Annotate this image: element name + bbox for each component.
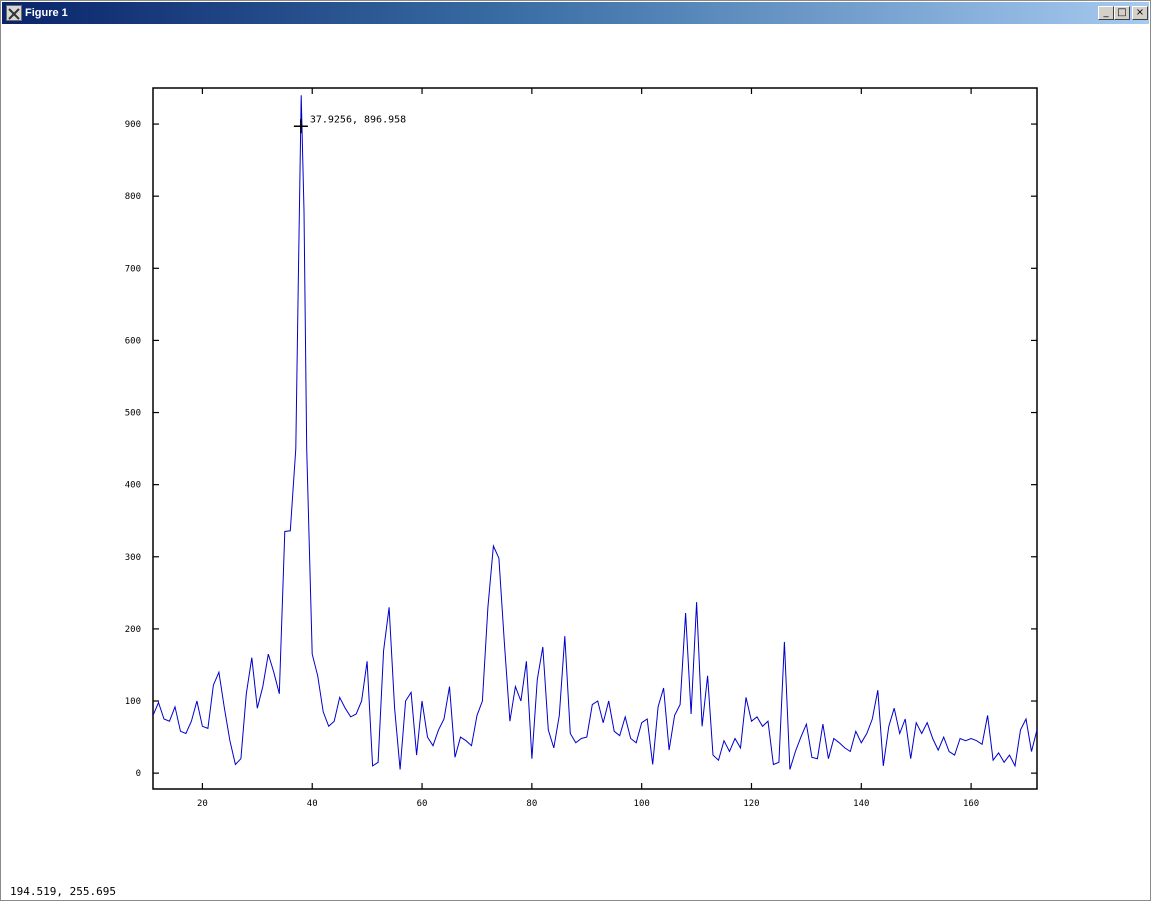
annotation-label: 37.9256, 896.958 <box>310 114 406 125</box>
x-tick-label: 100 <box>634 799 650 809</box>
y-tick-label: 900 <box>125 120 141 130</box>
title-bar[interactable]: Figure 1 _ □ × <box>2 2 1149 24</box>
x-tick-label: 160 <box>963 799 979 809</box>
minimize-button[interactable]: _ <box>1098 6 1114 20</box>
x-logo-icon <box>8 8 20 20</box>
x-tick-label: 80 <box>526 799 537 809</box>
figure-window: Figure 1 _ □ × 20 40 60 80 100 120 140 160 0 100 2… <box>0 0 1151 901</box>
maximize-button[interactable]: □ <box>1114 6 1130 20</box>
y-tick-label: 800 <box>125 192 141 202</box>
y-tick-label: 200 <box>125 625 141 635</box>
x-tick-label: 120 <box>743 799 759 809</box>
y-tick-label: 500 <box>125 409 141 419</box>
plot-area[interactable]: 20 40 60 80 100 120 140 160 0 100 200 300 400 500 600 7… <box>1 25 1151 902</box>
y-tick-label: 300 <box>125 553 141 563</box>
line-chart[interactable]: 20 40 60 80 100 120 140 160 0 100 200 300 400 500 600 7… <box>1 25 1151 902</box>
x-tick-label: 140 <box>853 799 869 809</box>
axes-frame <box>152 87 1038 790</box>
x-tick-label: 60 <box>417 799 428 809</box>
series-line <box>152 95 1038 770</box>
window-title: Figure 1 <box>25 7 68 19</box>
x-tick-label: 20 <box>197 799 208 809</box>
y-tick-label: 400 <box>125 481 141 491</box>
x-tick-label: 40 <box>307 799 318 809</box>
y-tick-label: 100 <box>125 697 141 707</box>
y-tick-label: 0 <box>136 769 141 779</box>
app-icon <box>6 5 22 21</box>
y-tick-label: 600 <box>125 336 141 346</box>
close-button[interactable]: × <box>1132 6 1148 20</box>
y-tick-label: 700 <box>125 264 141 274</box>
cursor-coordinates: 194.519, 255.695 <box>10 885 116 898</box>
